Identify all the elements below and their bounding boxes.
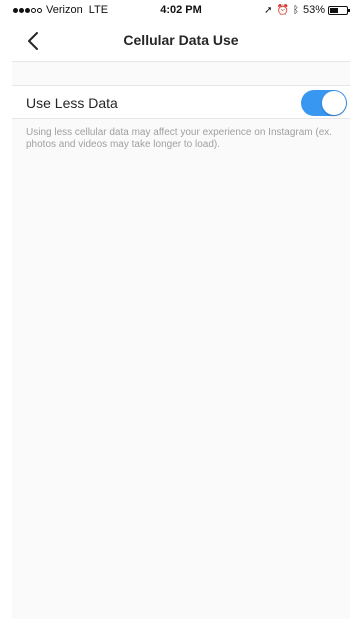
- use-less-data-toggle[interactable]: [301, 90, 347, 116]
- navigation-bar: Cellular Data Use: [12, 20, 350, 62]
- status-right: ➚ ⏰ ᛒ 53%: [260, 4, 350, 16]
- use-less-data-row[interactable]: Use Less Data: [12, 85, 350, 119]
- status-bar: Verizon LTE 4:02 PM ➚ ⏰ ᛒ 53%: [12, 0, 350, 20]
- battery-icon: [328, 5, 350, 15]
- screen: Verizon LTE 4:02 PM ➚ ⏰ ᛒ 53% Cellular D…: [12, 0, 350, 619]
- use-less-data-label: Use Less Data: [26, 95, 118, 111]
- alarm-clock-icon: ⏰: [276, 4, 289, 16]
- page-title: Cellular Data Use: [123, 32, 239, 48]
- bluetooth-icon: ᛒ: [292, 4, 299, 16]
- toggle-knob: [322, 91, 346, 115]
- battery-percentage: 53%: [302, 4, 325, 16]
- battery-fill: [330, 7, 338, 13]
- setting-description: Using less cellular data may affect your…: [26, 127, 333, 150]
- location-arrow-icon: ➚: [264, 4, 273, 16]
